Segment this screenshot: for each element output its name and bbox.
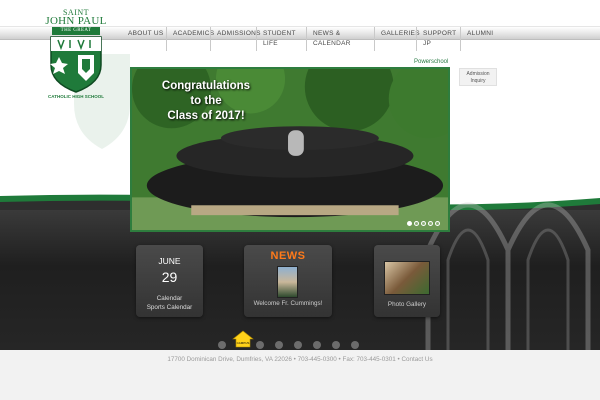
bubble-nav-item[interactable] bbox=[275, 341, 283, 349]
powerschool-link[interactable]: Powerschool bbox=[414, 59, 448, 65]
bubble-nav-item[interactable] bbox=[218, 341, 226, 349]
bubble-nav-item[interactable] bbox=[313, 341, 321, 349]
news-thumbnail bbox=[277, 266, 298, 298]
logo-school: CATHOLIC HIGH SCHOOL bbox=[48, 94, 104, 99]
nav-admissions[interactable]: ADMISSIONS bbox=[210, 27, 261, 51]
calendar-month: JUNE bbox=[158, 256, 181, 266]
contact-us-link[interactable]: Contact Us bbox=[401, 356, 432, 363]
nav-galleries[interactable]: GALLERIES bbox=[374, 27, 420, 51]
hero-slideshow[interactable]: Congratulations to the Class of 2017! bbox=[130, 67, 450, 232]
bubble-nav-item[interactable] bbox=[256, 341, 264, 349]
logo-name: JOHN PAUL bbox=[45, 15, 107, 27]
slide-dot[interactable] bbox=[435, 221, 440, 226]
bubble-nav-item[interactable] bbox=[332, 341, 340, 349]
news-tile[interactable]: NEWS Welcome Fr. Cummings! bbox=[244, 245, 332, 317]
slide-dots bbox=[407, 221, 440, 226]
photo-gallery-caption[interactable]: Photo Gallery bbox=[374, 301, 440, 308]
slide-dot[interactable] bbox=[421, 221, 426, 226]
calendar-tile[interactable]: JUNE 29 Calendar Sports Calendar bbox=[136, 245, 203, 317]
photo-thumbnail bbox=[384, 261, 430, 295]
sports-calendar-link[interactable]: Sports Calendar bbox=[136, 303, 203, 312]
main-nav: ABOUT US ACADEMICS ADMISSIONS STUDENT LI… bbox=[122, 27, 500, 51]
news-heading: NEWS bbox=[270, 250, 306, 262]
nav-student-life[interactable]: STUDENT LIFE bbox=[256, 27, 306, 51]
calendar-link[interactable]: Calendar bbox=[136, 294, 203, 303]
footer-phone: 703-445-0300 bbox=[297, 356, 337, 363]
photo-gallery-tile[interactable]: Photo Gallery bbox=[374, 245, 440, 317]
bubble-nav bbox=[218, 341, 359, 349]
admission-inquiry-button[interactable]: Admission Inquiry bbox=[459, 68, 497, 86]
footer-address: 17700 Dominican Drive, Dumfries, VA 2202… bbox=[167, 356, 292, 363]
logo-the-great: THE GREAT bbox=[52, 27, 100, 35]
nav-alumni[interactable]: ALUMNI bbox=[460, 27, 500, 51]
nav-news-calendar[interactable]: NEWS & CALENDAR bbox=[306, 27, 374, 51]
crest-shield-icon bbox=[50, 36, 102, 93]
nav-academics[interactable]: ACADEMICS bbox=[166, 27, 214, 51]
school-logo[interactable]: SAINT JOHN PAUL THE GREAT CATHOLIC HIGH … bbox=[42, 8, 110, 99]
footer-fax: Fax: 703-445-0301 bbox=[342, 356, 396, 363]
hero-headline: Congratulations to the Class of 2017! bbox=[161, 80, 251, 122]
bubble-nav-item[interactable] bbox=[294, 341, 302, 349]
bubble-nav-item[interactable] bbox=[351, 341, 359, 349]
slide-dot[interactable] bbox=[407, 221, 412, 226]
slide-dot[interactable] bbox=[414, 221, 419, 226]
slide-dot[interactable] bbox=[428, 221, 433, 226]
nav-support-jp[interactable]: SUPPORT JP bbox=[416, 27, 460, 51]
news-caption[interactable]: Welcome Fr. Cummings! bbox=[244, 300, 332, 307]
footer-text: 17700 Dominican Drive, Dumfries, VA 2202… bbox=[167, 356, 433, 363]
calendar-day: 29 bbox=[161, 269, 178, 285]
